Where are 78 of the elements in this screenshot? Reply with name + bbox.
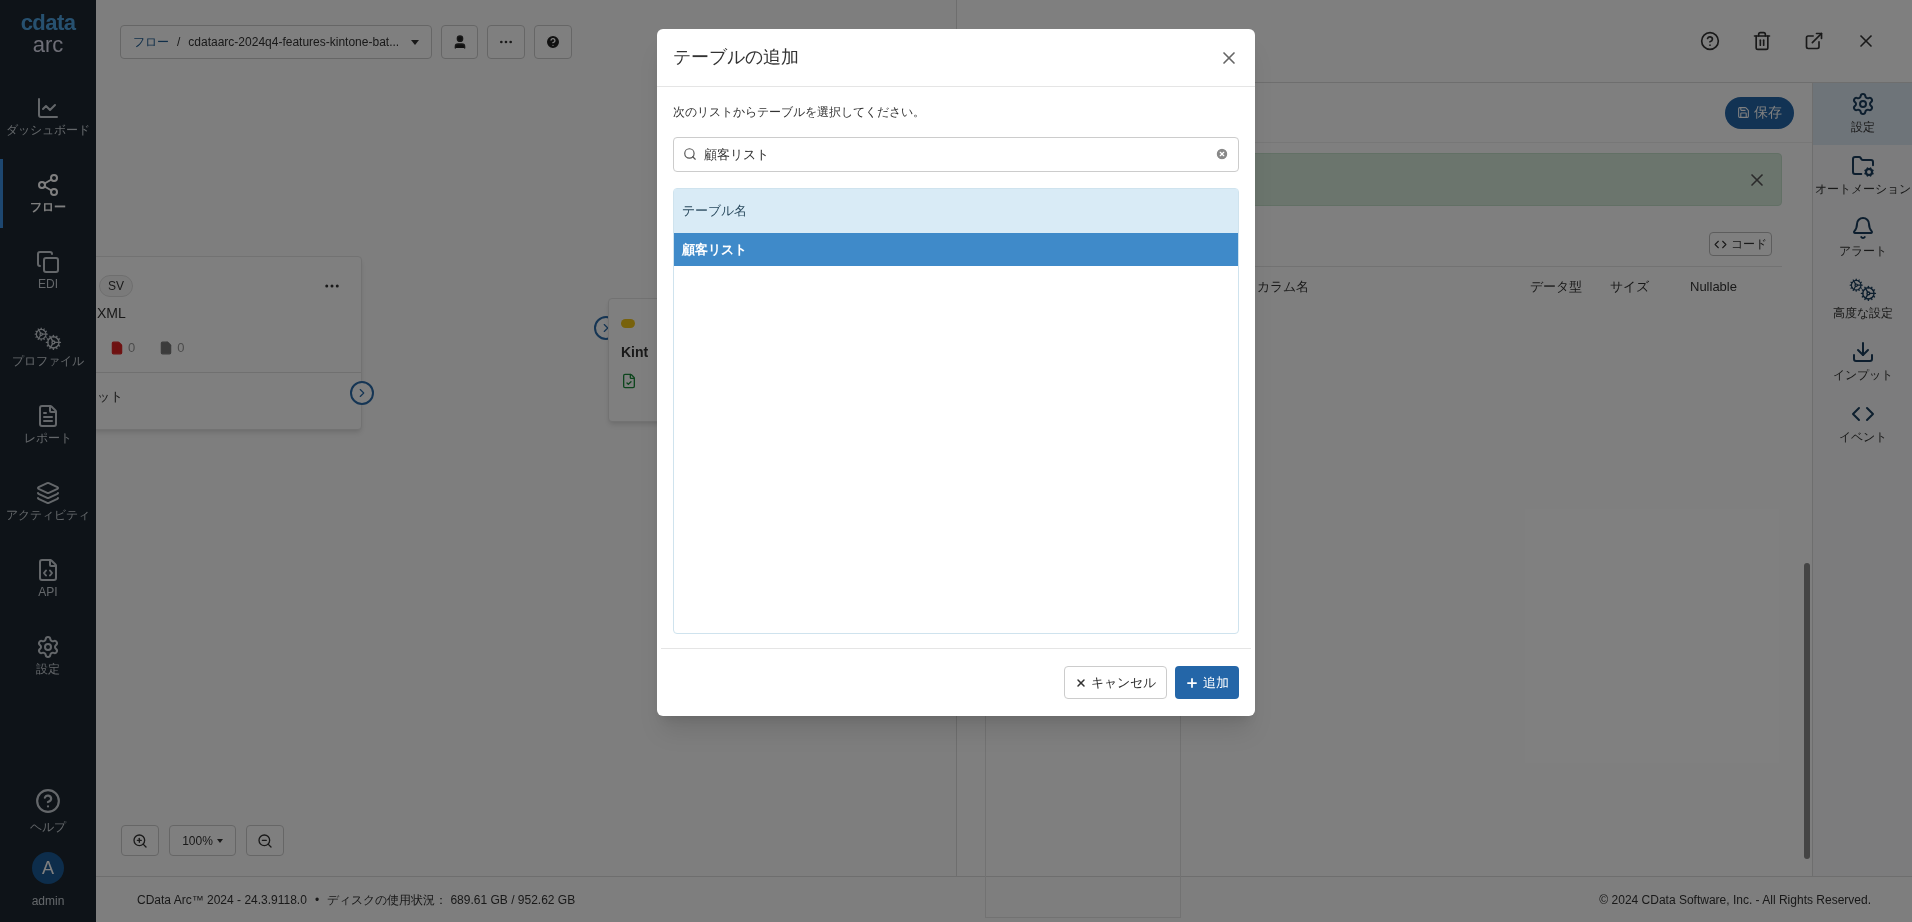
help-icon[interactable] — [1700, 31, 1720, 51]
bell-icon — [1850, 216, 1875, 240]
nav-item[interactable]: 設定 — [0, 617, 96, 694]
rail-tab[interactable]: インプット — [1813, 331, 1912, 393]
node-name: XML — [96, 304, 127, 323]
help-button[interactable] — [534, 25, 573, 59]
user-name: admin — [31, 893, 65, 910]
rail-tab[interactable]: イベント — [1813, 393, 1912, 455]
help-icon — [545, 34, 562, 50]
user-button[interactable] — [441, 25, 479, 59]
settings-icon — [36, 635, 60, 659]
zoom-level-dropdown[interactable]: 100% — [169, 825, 236, 856]
user-avatar[interactable]: A — [32, 852, 64, 884]
caret-icon — [411, 39, 420, 45]
caret-icon — [216, 838, 223, 843]
error-file-icon — [110, 340, 124, 355]
settings-icon — [1850, 92, 1875, 116]
plus-icon — [1185, 675, 1199, 690]
document-icon — [36, 404, 60, 428]
nav-item[interactable]: レポート — [0, 386, 96, 463]
node-tag: SV — [99, 275, 133, 297]
column-header: Nullable — [1690, 277, 1738, 296]
scrollbar-thumb[interactable] — [1804, 563, 1810, 859]
rail-tab[interactable]: アラート — [1813, 207, 1912, 269]
rail-tab[interactable]: オートメーション — [1813, 145, 1912, 207]
code-button[interactable]: コード — [1709, 232, 1772, 256]
share-nodes-icon — [36, 173, 60, 197]
trash-icon[interactable] — [1752, 31, 1772, 51]
folder-gear-icon — [1850, 154, 1875, 178]
file-check-icon — [621, 373, 637, 389]
dialog-description: 次のリストからテーブルを選択してください。 — [673, 104, 926, 121]
search-field[interactable]: 顧客リスト — [673, 137, 1239, 172]
disk-usage-text: ディスクの使用状況： 689.61 GB / 952.62 GB — [327, 891, 576, 909]
external-link-icon[interactable] — [1804, 31, 1824, 51]
column-header: データ型 — [1530, 277, 1583, 296]
gears-icon — [1848, 278, 1877, 302]
save-icon — [1737, 106, 1750, 119]
download-icon — [1850, 340, 1875, 364]
rail-tab[interactable]: 高度な設定 — [1813, 269, 1912, 331]
column-header: カラム名 — [1257, 277, 1310, 296]
separator-dot: • — [314, 891, 320, 909]
clear-icon[interactable] — [1215, 147, 1229, 161]
table-row[interactable]: 顧客リスト — [674, 233, 1238, 266]
nav-item[interactable]: ダッシュボード — [0, 78, 96, 155]
zoom-out-icon — [257, 832, 273, 849]
copyright-text: © 2024 CData Software, Inc. - All Rights Reserved. — [1599, 891, 1871, 909]
nav-item[interactable]: フロー — [0, 155, 96, 232]
save-button[interactable]: 保存 — [1725, 96, 1794, 129]
layers-icon — [36, 481, 60, 505]
line-chart-icon — [36, 96, 60, 120]
file-icon — [159, 340, 174, 355]
gears-icon — [34, 327, 62, 351]
node-name: Kint — [621, 343, 650, 362]
close-icon — [1075, 676, 1087, 689]
code-file-icon — [36, 558, 60, 582]
node-footer-label: ット — [97, 388, 123, 407]
rail-tab[interactable]: 設定 — [1813, 83, 1912, 145]
help-icon — [35, 788, 61, 814]
zoom-in-icon — [132, 832, 148, 849]
logo-product: arc — [32, 34, 64, 56]
zoom-out-button[interactable] — [246, 825, 284, 856]
column-header: テーブル名 — [682, 202, 747, 221]
add-button[interactable]: 追加 — [1175, 666, 1239, 699]
nav-item[interactable]: プロファイル — [0, 309, 96, 386]
nav-item[interactable]: アクティビティ — [0, 463, 96, 540]
zoom-in-button[interactable] — [121, 825, 159, 856]
copy-icon — [36, 250, 60, 274]
search-icon — [683, 147, 697, 161]
connector-handle[interactable] — [350, 381, 374, 405]
help-nav-item[interactable]: ヘルプ — [30, 788, 66, 836]
dialog-title: テーブルの追加 — [673, 46, 799, 69]
nav-item[interactable]: API — [0, 540, 96, 617]
logo-brand: cdata — [20, 12, 76, 34]
column-header: サイズ — [1610, 277, 1650, 296]
cancel-button[interactable]: キャンセル — [1064, 666, 1167, 699]
nav-item[interactable]: EDI — [0, 232, 96, 309]
flow-breadcrumb-dropdown[interactable]: フロー / cdataarc-2024q4-features-kintone-bat... — [120, 25, 433, 59]
version-text: CData Arc™ 2024 - 24.3.9118.0 — [137, 891, 307, 909]
